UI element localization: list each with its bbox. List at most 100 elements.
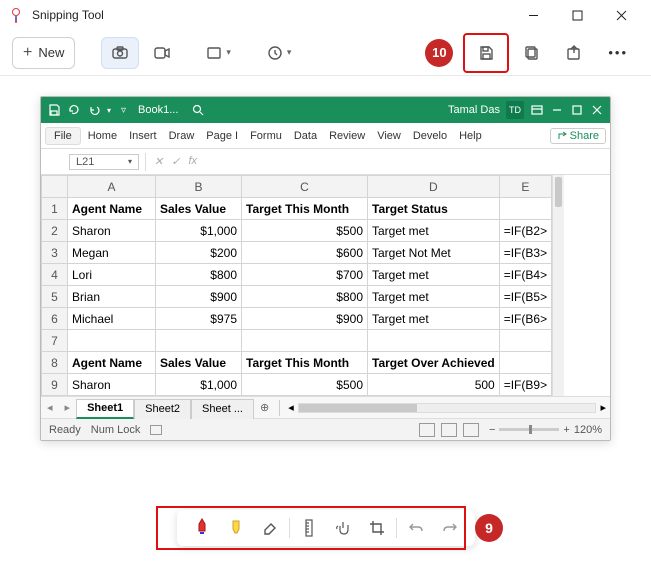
cell[interactable]: Target This Month — [242, 352, 368, 374]
column-header[interactable]: E — [499, 176, 551, 198]
sheet-tab-1[interactable]: Sheet1 — [76, 399, 134, 419]
cell[interactable]: Target met — [368, 286, 500, 308]
cell[interactable]: $1,000 — [156, 374, 242, 396]
tab-pagelayout[interactable]: Page I — [201, 130, 243, 142]
cell[interactable]: $975 — [156, 308, 242, 330]
cell[interactable]: =IF(B4> — [499, 264, 551, 286]
cell[interactable]: Michael — [68, 308, 156, 330]
enter-icon[interactable]: ✓ — [171, 155, 180, 168]
new-button[interactable]: + New — [12, 37, 75, 69]
excel-share-button[interactable]: Share — [550, 128, 606, 144]
excel-search-icon[interactable] — [190, 103, 206, 117]
column-header[interactable]: D — [368, 176, 500, 198]
tab-developer[interactable]: Develo — [408, 130, 452, 142]
sheet-tab-2[interactable]: Sheet2 — [134, 399, 191, 419]
column-header[interactable]: A — [68, 176, 156, 198]
row-header[interactable]: 7 — [42, 330, 68, 352]
snip-mode-video[interactable] — [143, 37, 181, 69]
cell[interactable]: Target Over Achieved — [368, 352, 500, 374]
minimize-button[interactable] — [511, 0, 555, 30]
excel-autosave-icon[interactable] — [67, 103, 81, 117]
column-header[interactable]: B — [156, 176, 242, 198]
maximize-button[interactable] — [555, 0, 599, 30]
zoom-control[interactable]: −+ 120% — [489, 424, 602, 436]
row-header[interactable]: 4 — [42, 264, 68, 286]
excel-user-badge[interactable]: TD — [506, 101, 524, 119]
row-header[interactable]: 2 — [42, 220, 68, 242]
cell[interactable]: $900 — [156, 286, 242, 308]
tab-data[interactable]: Data — [289, 130, 322, 142]
cell[interactable]: =IF(B2> — [499, 220, 551, 242]
tab-formulas[interactable]: Formu — [245, 130, 287, 142]
row-header[interactable]: 8 — [42, 352, 68, 374]
cell[interactable]: Sharon — [68, 220, 156, 242]
cell[interactable]: Target This Month — [242, 198, 368, 220]
cell[interactable]: Target Not Met — [368, 242, 500, 264]
name-box[interactable]: L21 ▾ — [69, 154, 139, 170]
cell[interactable]: 500 — [368, 374, 500, 396]
tab-insert[interactable]: Insert — [124, 130, 162, 142]
grid-scroll[interactable]: ABCDE1Agent NameSales ValueTarget This M… — [41, 175, 552, 396]
tab-help[interactable]: Help — [454, 130, 487, 142]
column-header[interactable]: C — [242, 176, 368, 198]
cell[interactable]: =IF(B9> — [499, 374, 551, 396]
row-header[interactable]: 3 — [42, 242, 68, 264]
snip-shape-dropdown[interactable]: ▾ — [195, 37, 242, 69]
chevron-down-icon[interactable]: ▾ — [107, 106, 111, 115]
cell[interactable] — [368, 330, 500, 352]
cell[interactable]: =IF(B5> — [499, 286, 551, 308]
cell[interactable] — [499, 198, 551, 220]
row-header[interactable]: 6 — [42, 308, 68, 330]
cell[interactable]: $1,000 — [156, 220, 242, 242]
formula-bar[interactable] — [205, 153, 610, 171]
cell[interactable]: Brian — [68, 286, 156, 308]
excel-maximize-button[interactable] — [570, 103, 584, 117]
cell[interactable]: Agent Name — [68, 198, 156, 220]
view-pagebreak[interactable] — [463, 423, 479, 437]
close-button[interactable] — [599, 0, 643, 30]
select-all-corner[interactable] — [42, 176, 68, 198]
excel-minimize-button[interactable] — [550, 103, 564, 117]
cell[interactable]: Target met — [368, 308, 500, 330]
tab-file[interactable]: File — [45, 127, 81, 145]
cancel-icon[interactable]: ✕ — [154, 155, 163, 168]
view-normal[interactable] — [419, 423, 435, 437]
cell[interactable] — [242, 330, 368, 352]
delay-dropdown[interactable]: ▾ — [256, 37, 303, 69]
excel-save-icon[interactable] — [47, 103, 61, 117]
cell[interactable]: $500 — [242, 220, 368, 242]
cell[interactable] — [499, 330, 551, 352]
cell[interactable]: Sales Value — [156, 198, 242, 220]
cell[interactable]: Target Status — [368, 198, 500, 220]
cell[interactable]: $500 — [242, 374, 368, 396]
tab-draw[interactable]: Draw — [164, 130, 200, 142]
tab-view[interactable]: View — [372, 130, 406, 142]
excel-ribbon-mode-icon[interactable] — [530, 103, 544, 117]
copy-button[interactable] — [513, 37, 551, 69]
cell[interactable]: Target met — [368, 264, 500, 286]
macro-icon[interactable] — [150, 425, 162, 435]
cell[interactable] — [156, 330, 242, 352]
excel-close-button[interactable] — [590, 103, 604, 117]
view-pagelayout[interactable] — [441, 423, 457, 437]
add-sheet-button[interactable]: ⊕ — [260, 401, 269, 414]
sheet-nav-next[interactable]: ▸ — [59, 401, 77, 414]
horizontal-scrollbar[interactable]: ◂▸ — [284, 401, 610, 414]
snip-mode-camera[interactable] — [101, 37, 139, 69]
cell[interactable]: $700 — [242, 264, 368, 286]
tab-home[interactable]: Home — [83, 130, 122, 142]
cell[interactable]: Agent Name — [68, 352, 156, 374]
cell[interactable]: Sharon — [68, 374, 156, 396]
cell[interactable]: Target met — [368, 220, 500, 242]
more-button[interactable]: ••• — [597, 37, 639, 69]
save-button[interactable] — [467, 37, 505, 69]
vertical-scrollbar[interactable] — [552, 175, 564, 396]
cell[interactable]: $800 — [156, 264, 242, 286]
sheet-nav-prev[interactable]: ◂ — [41, 401, 59, 414]
row-header[interactable]: 1 — [42, 198, 68, 220]
row-header[interactable]: 5 — [42, 286, 68, 308]
cell[interactable]: $900 — [242, 308, 368, 330]
tab-review[interactable]: Review — [324, 130, 370, 142]
cell[interactable]: $200 — [156, 242, 242, 264]
cell[interactable]: =IF(B6> — [499, 308, 551, 330]
